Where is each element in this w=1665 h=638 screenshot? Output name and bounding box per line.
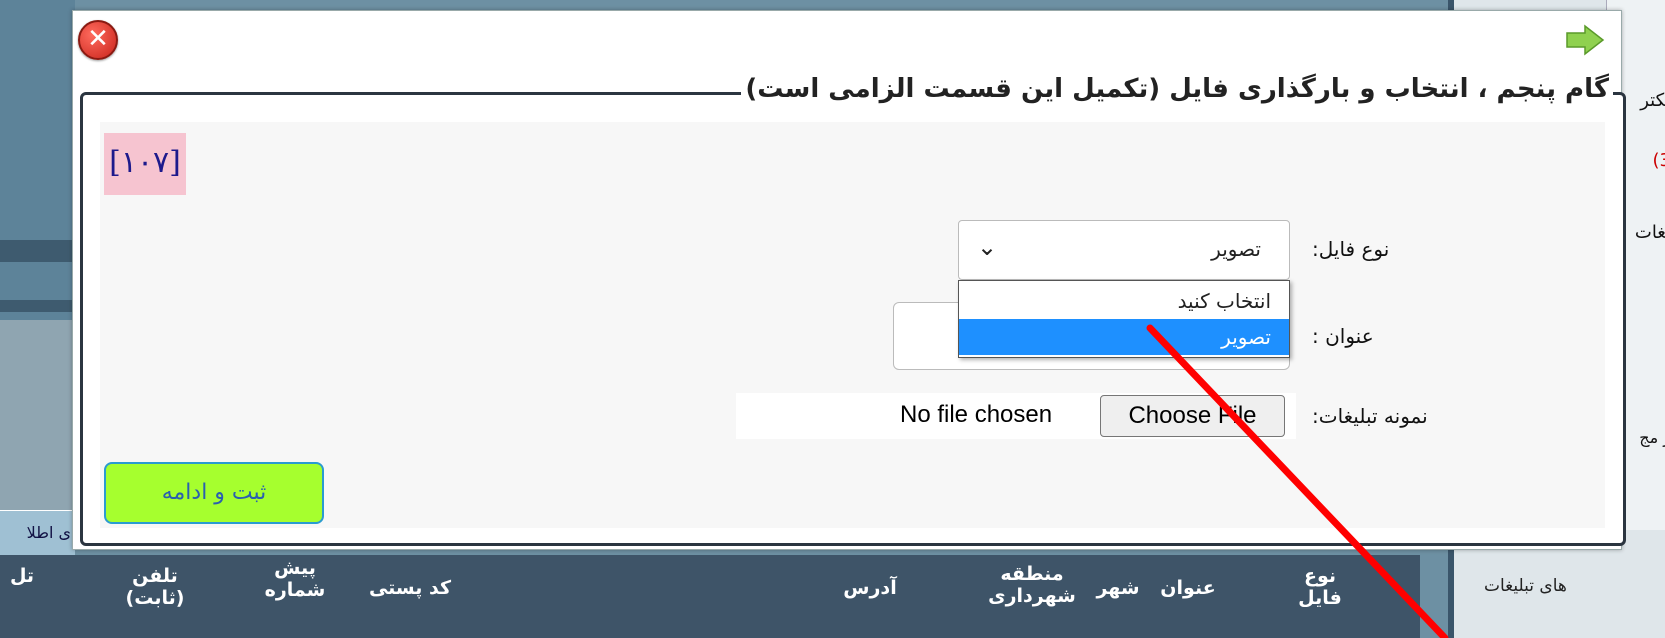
background-band [0, 300, 75, 312]
background-panel [0, 320, 75, 510]
title-label: عنوان : [1312, 324, 1374, 348]
table-header: پیش شماره [264, 557, 326, 601]
file-type-value: تصویر [1211, 237, 1261, 261]
submit-continue-button[interactable]: ثبت و ادامه [104, 462, 324, 524]
table-header: عنوان [1160, 577, 1216, 599]
table-header: منطقه شهرداری [988, 563, 1076, 607]
ads-heading: های تبلیغات [1484, 576, 1567, 596]
step-legend: گام پنجم ، انتخاب و بارگذاری فایل (تکمیل… [741, 74, 1613, 104]
green-arrow-icon[interactable] [1565, 24, 1605, 56]
table-header: شهر [1096, 577, 1140, 599]
table-header: نوع فایل [1298, 565, 1342, 609]
dropdown-option[interactable]: انتخاب کنید [959, 283, 1289, 319]
sample-ad-label: نمونه تبلیغات: [1312, 404, 1428, 428]
background-tab[interactable]: ی اطلا [0, 510, 75, 557]
choose-file-button[interactable]: Choose File [1100, 395, 1285, 437]
table-header: تل [9, 565, 35, 587]
dropdown-option-selected[interactable]: تصویر [959, 319, 1289, 355]
background-tab-label: ی اطلا [26, 523, 71, 542]
no-file-text: No file chosen [900, 401, 1053, 428]
file-type-label: نوع فایل: [1312, 237, 1390, 261]
chevron-down-icon: ⌄ [977, 233, 998, 261]
background-left-panel: ی اطلا [0, 0, 75, 638]
close-icon[interactable]: ✕ [78, 20, 118, 60]
form-area [100, 122, 1605, 528]
file-type-dropdown[interactable]: انتخاب کنید تصویر [958, 280, 1290, 358]
table-header: تلفن (ثابت) [125, 565, 185, 609]
table-header: کد پستی [368, 577, 452, 599]
file-type-select[interactable]: تصویر ⌄ [958, 220, 1290, 280]
table-header: آدرس [843, 577, 897, 599]
code-badge: [۱۰۷] [104, 133, 186, 195]
background-band [0, 240, 75, 262]
background-table-header: نوع فایل عنوان شهر منطقه شهرداری آدرس کد… [0, 555, 1420, 638]
